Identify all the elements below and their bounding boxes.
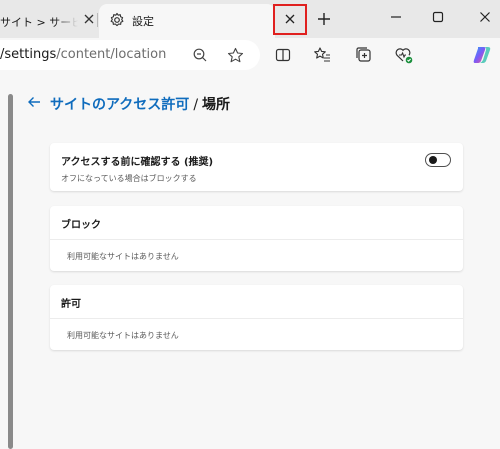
close-icon [480,12,490,22]
breadcrumb-parent-link[interactable]: サイトのアクセス許可 [50,97,189,113]
toggle-knob [429,156,437,164]
block-section-title: ブロック [61,220,101,231]
page-title: サイトのアクセス許可 / 場所 [50,94,230,114]
maximize-button[interactable] [425,5,451,29]
back-arrow-icon[interactable] [26,94,42,110]
toolbar: /settings/content/location [0,38,500,72]
browser-essentials-icon[interactable] [394,45,414,65]
close-icon[interactable] [81,11,97,27]
block-empty-text: 利用可能なサイトはありません [67,252,179,261]
allow-empty-text: 利用可能なサイトはありません [67,331,179,340]
new-tab-button[interactable] [315,10,333,28]
maximize-icon [432,11,444,23]
settings-content: サイトのアクセス許可 / 場所 アクセスする前に確認する (推奨) オフになっている… [0,72,500,449]
zoom-out-icon[interactable] [190,45,210,65]
block-section-card: ブロック 利用可能なサイトはありません [50,206,463,271]
ask-before-access-card: アクセスする前に確認する (推奨) オフになっている場合はブロックする [50,143,463,191]
close-icon [284,10,296,29]
divider [50,239,463,240]
favorites-list-icon[interactable] [312,45,332,65]
scrollbar[interactable] [8,94,13,449]
divider [50,318,463,319]
plus-icon [318,13,330,25]
gear-icon [109,12,125,28]
ask-before-access-toggle[interactable] [425,153,451,167]
breadcrumb-separator: / [193,97,199,113]
tab-settings[interactable]: 設定 [99,4,275,38]
address-bar[interactable]: /settings/content/location [0,40,260,70]
minimize-icon [391,16,401,18]
url-text: /settings/content/location [0,47,166,62]
url-path: /content/location [56,47,167,62]
url-domain: /settings [0,47,57,62]
collections-icon[interactable] [354,45,374,65]
minimize-button[interactable] [383,5,409,29]
window-close-button[interactable] [472,5,498,29]
tab-divider [97,13,98,27]
tab-strip: サイト > サービス& 設定 [0,0,500,38]
ask-setting-title: アクセスする前に確認する (推奨) [61,157,214,168]
ask-setting-description: オフになっている場合はブロックする [61,174,197,183]
favorite-star-icon[interactable] [225,45,245,65]
tab-close-button[interactable] [273,4,307,35]
tab-site-permissions[interactable]: サイト > サービス& [0,4,98,38]
tab-title: サイト > サービス& [0,16,78,29]
split-screen-icon[interactable] [273,45,293,65]
copilot-icon[interactable] [471,44,493,66]
allow-section-title: 許可 [61,299,81,310]
allow-section-card: 許可 利用可能なサイトはありません [50,285,463,350]
breadcrumb-current: 場所 [202,97,231,113]
tab-title: 設定 [132,15,154,28]
